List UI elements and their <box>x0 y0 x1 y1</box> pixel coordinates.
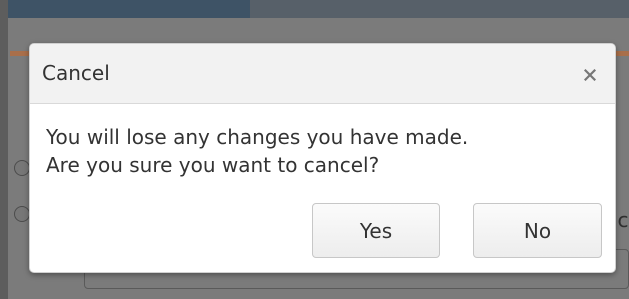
dialog-message-line-1: You will lose any changes you have made. <box>46 125 469 149</box>
dialog-message: You will lose any changes you have made.… <box>46 123 601 179</box>
background-left-border <box>0 0 8 299</box>
close-icon <box>583 66 597 85</box>
close-button[interactable] <box>577 62 603 88</box>
dialog-header: Cancel <box>30 44 615 104</box>
background-radio-button <box>14 206 30 222</box>
background-topbar-right <box>250 0 629 18</box>
cancel-dialog: Cancel You will lose any changes you hav… <box>29 43 616 273</box>
yes-button[interactable]: Yes <box>312 203 440 258</box>
no-button[interactable]: No <box>473 203 602 258</box>
background-radio-button <box>14 160 30 176</box>
dialog-message-line-2: Are you sure you want to cancel? <box>46 153 380 177</box>
dialog-title: Cancel <box>42 61 110 85</box>
